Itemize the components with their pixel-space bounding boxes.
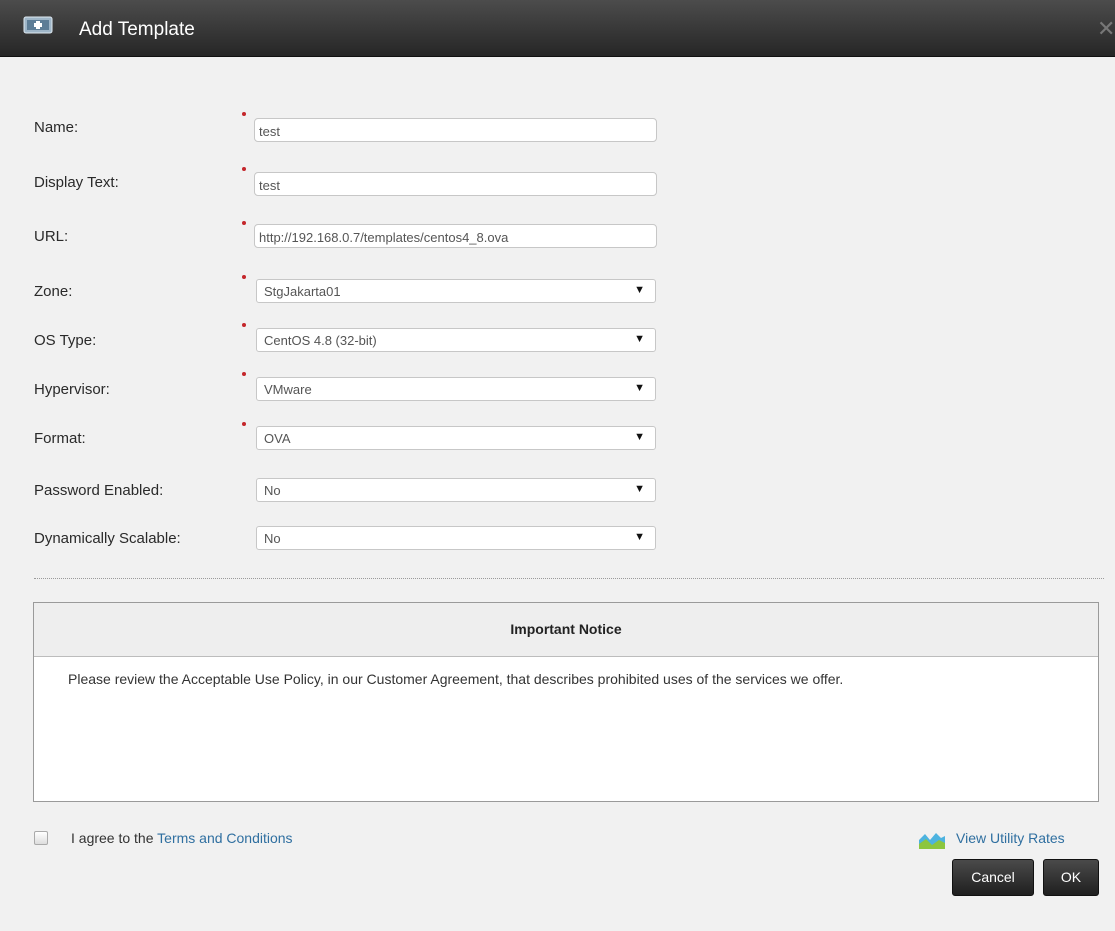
- zone-label: Zone:: [34, 283, 73, 300]
- chevron-down-icon: ▼: [634, 333, 645, 345]
- dynamically-scalable-select-value: No: [264, 531, 281, 546]
- close-icon[interactable]: ✕: [1097, 18, 1115, 40]
- os-type-select-value: CentOS 4.8 (32-bit): [264, 333, 377, 348]
- ok-button[interactable]: OK: [1043, 859, 1099, 896]
- required-marker: [242, 112, 246, 116]
- required-marker: [242, 221, 246, 225]
- required-marker: [242, 275, 246, 279]
- notice-header: Important Notice: [34, 603, 1098, 657]
- hypervisor-label: Hypervisor:: [34, 381, 110, 398]
- required-marker: [242, 372, 246, 376]
- password-enabled-select-value: No: [264, 483, 281, 498]
- divider: [34, 578, 1104, 579]
- name-label: Name:: [34, 119, 79, 136]
- chevron-down-icon: ▼: [634, 483, 645, 495]
- terms-link[interactable]: Terms and Conditions: [157, 830, 292, 846]
- password-enabled-select[interactable]: No ▼: [256, 478, 656, 502]
- zone-select-value: StgJakarta01: [264, 284, 341, 299]
- required-marker: [242, 323, 246, 327]
- dialog-title: Add Template: [79, 19, 195, 40]
- hypervisor-select[interactable]: VMware ▼: [256, 377, 656, 401]
- terms-checkbox[interactable]: [34, 831, 48, 845]
- zone-select[interactable]: StgJakarta01 ▼: [256, 279, 656, 303]
- chevron-down-icon: ▼: [634, 284, 645, 296]
- display-text-label: Display Text:: [34, 174, 119, 191]
- cancel-button[interactable]: Cancel: [952, 859, 1034, 896]
- dynamically-scalable-label: Dynamically Scalable:: [34, 530, 181, 547]
- password-enabled-label: Password Enabled:: [34, 482, 164, 499]
- important-notice-panel: Important Notice Please review the Accep…: [33, 602, 1099, 802]
- dialog-titlebar: Add Template ✕: [0, 0, 1115, 57]
- format-select[interactable]: OVA ▼: [256, 426, 656, 450]
- required-marker: [242, 422, 246, 426]
- notice-body: Please review the Acceptable Use Policy,…: [68, 671, 844, 687]
- display-text-input[interactable]: test: [254, 172, 657, 196]
- format-select-value: OVA: [264, 431, 291, 446]
- url-input[interactable]: http://192.168.0.7/templates/centos4_8.o…: [254, 224, 657, 248]
- view-utility-rates-label: View Utility Rates: [956, 830, 1065, 846]
- template-add-icon: [23, 16, 53, 34]
- os-type-label: OS Type:: [34, 332, 97, 349]
- hypervisor-select-value: VMware: [264, 382, 312, 397]
- name-input[interactable]: test: [254, 118, 657, 142]
- url-label: URL:: [34, 228, 69, 245]
- agreement-text: I agree to the Terms and Conditions: [71, 830, 293, 846]
- required-marker: [242, 167, 246, 171]
- chevron-down-icon: ▼: [634, 382, 645, 394]
- chart-icon: [919, 833, 945, 849]
- agreement-prefix: I agree to the: [71, 830, 154, 846]
- chevron-down-icon: ▼: [634, 431, 645, 443]
- dynamically-scalable-select[interactable]: No ▼: [256, 526, 656, 550]
- chevron-down-icon: ▼: [634, 531, 645, 543]
- format-label: Format:: [34, 430, 86, 447]
- os-type-select[interactable]: CentOS 4.8 (32-bit) ▼: [256, 328, 656, 352]
